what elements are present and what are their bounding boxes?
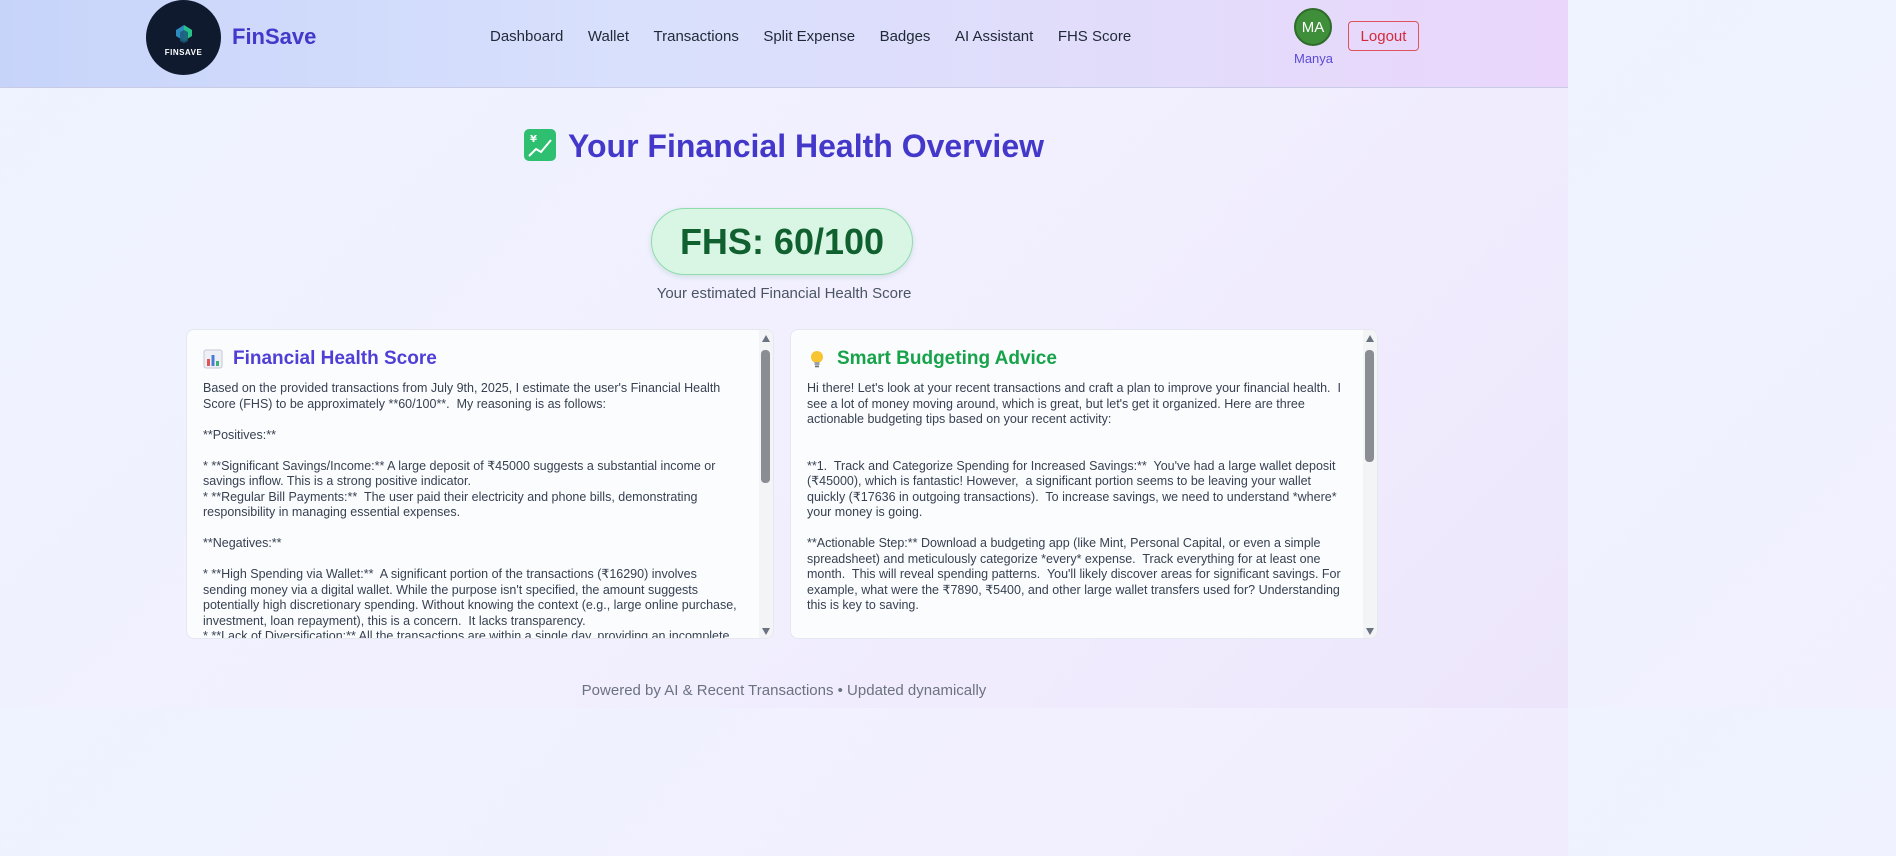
financial-health-text: Based on the provided transactions from … [203,381,737,639]
page-title: ¥ Your Financial Health Overview [0,128,1568,165]
main-nav: Dashboard Wallet Transactions Split Expe… [490,28,1156,45]
budgeting-advice-text: Hi there! Let's look at your recent tran… [807,381,1341,612]
bar-chart-icon [203,349,223,369]
scroll-down-arrow-icon[interactable] [762,628,770,635]
nav-wallet[interactable]: Wallet [588,28,629,45]
right-card-scrollbar[interactable] [1363,330,1377,638]
fhs-score-badge: FHS: 60/100 [651,208,913,275]
nav-transactions[interactable]: Transactions [654,28,739,45]
nav-fhs-score[interactable]: FHS Score [1058,28,1131,45]
page-title-text: Your Financial Health Overview [568,128,1044,164]
user-name: Manya [1294,51,1334,66]
financial-health-card[interactable]: Financial Health Score Based on the prov… [186,329,774,639]
logo-mark-icon [175,25,192,43]
brand-name[interactable]: FinSave [232,24,316,50]
score-caption: Your estimated Financial Health Score [656,285,912,302]
user-avatar[interactable]: MA [1294,8,1332,46]
nav-badges[interactable]: Badges [880,28,931,45]
card-title: Financial Health Score [203,348,743,370]
card-title: Smart Budgeting Advice [807,348,1347,370]
budgeting-advice-card[interactable]: Smart Budgeting Advice Hi there! Let's l… [790,329,1378,639]
svg-text:¥: ¥ [530,134,537,145]
chart-increasing-yen-icon: ¥ [524,129,556,161]
scroll-up-arrow-icon[interactable] [1366,335,1374,342]
financial-health-title: Financial Health Score [233,348,437,369]
budgeting-advice-title: Smart Budgeting Advice [837,348,1057,369]
logout-button[interactable]: Logout [1348,21,1419,51]
nav-split-expense[interactable]: Split Expense [763,28,855,45]
lightbulb-icon [811,351,823,368]
scroll-thumb[interactable] [1365,350,1374,462]
finsave-logo[interactable]: FINSAVE [146,0,221,75]
top-navbar: FINSAVE FinSave Dashboard Wallet Transac… [0,0,1568,88]
nav-ai-assistant[interactable]: AI Assistant [955,28,1033,45]
logo-wordmark: FINSAVE [164,48,203,57]
left-card-scrollbar[interactable] [759,330,773,638]
scroll-down-arrow-icon[interactable] [1366,628,1374,635]
scroll-up-arrow-icon[interactable] [762,335,770,342]
footer-note: Powered by AI & Recent Transactions • Up… [581,682,987,699]
nav-dashboard[interactable]: Dashboard [490,28,563,45]
scroll-thumb[interactable] [761,350,770,483]
